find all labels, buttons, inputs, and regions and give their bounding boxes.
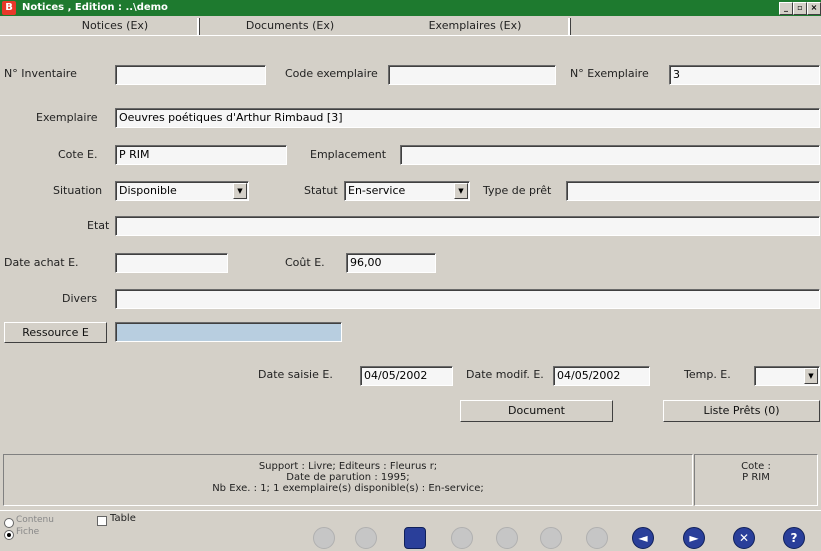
tab-divider: [0, 35, 821, 36]
radio-contenu-label: Contenu: [16, 515, 54, 525]
tab-documents[interactable]: Documents (Ex): [205, 17, 375, 35]
date-saisie-field[interactable]: 04/05/2002: [360, 366, 453, 386]
statut-value: En-service: [348, 184, 406, 197]
date-modif-field[interactable]: 04/05/2002: [553, 366, 650, 386]
cout-label: Coût E.: [285, 256, 325, 269]
tab-separator: [197, 18, 200, 35]
exemplaire-field[interactable]: Oeuvres poétiques d'Arthur Rimbaud [3]: [115, 108, 820, 128]
divers-label: Divers: [62, 292, 98, 305]
cote-summary-label: Cote :: [741, 461, 771, 472]
nav-last-icon[interactable]: ►: [683, 527, 705, 549]
summary-line-date: Date de parution : 1995;: [286, 472, 410, 483]
chevron-down-icon[interactable]: ▼: [454, 183, 468, 199]
exemplaire-label: Exemplaire: [36, 111, 98, 124]
code-exemplaire-field[interactable]: [388, 65, 556, 85]
new-record-icon[interactable]: [404, 527, 426, 549]
summary-line-support: Support : Livre; Editeurs : Fleurus r;: [258, 461, 438, 472]
date-achat-field[interactable]: [115, 253, 228, 273]
lock-icon: [586, 527, 608, 549]
save-icon: [540, 527, 562, 549]
n-exemplaire-field[interactable]: 3: [669, 65, 820, 85]
etat-label: Etat: [87, 219, 110, 232]
undo-icon: [355, 527, 377, 549]
window-title: Notices , Edition : ..\demo: [22, 2, 168, 13]
restore-button[interactable]: ▫: [793, 2, 807, 15]
help-icon[interactable]: ?: [783, 527, 805, 549]
document-button[interactable]: Document: [460, 400, 613, 422]
chevron-down-icon[interactable]: ▼: [804, 368, 818, 384]
situation-label: Situation: [53, 184, 103, 197]
app-icon: B: [2, 1, 16, 15]
nav-first-icon[interactable]: ◄: [632, 527, 654, 549]
divers-field[interactable]: [115, 289, 820, 309]
date-modif-label: Date modif. E.: [466, 368, 544, 381]
situation-value: Disponible: [119, 184, 177, 197]
cout-field[interactable]: 96,00: [346, 253, 436, 273]
type-pret-field[interactable]: [566, 181, 820, 201]
type-pret-label: Type de prêt: [483, 184, 552, 197]
ressource-field[interactable]: [115, 322, 342, 342]
emplacement-field[interactable]: [400, 145, 820, 165]
n-inventaire-label: N° Inventaire: [4, 67, 77, 80]
table-checkbox[interactable]: [97, 516, 107, 526]
ressource-button[interactable]: Ressource E: [4, 322, 107, 343]
radio-fiche[interactable]: [4, 530, 14, 540]
temp-select[interactable]: ▼: [754, 366, 820, 386]
etat-field[interactable]: [115, 216, 820, 236]
emplacement-label: Emplacement: [310, 148, 387, 161]
copy-icon: [451, 527, 473, 549]
radio-contenu[interactable]: [4, 518, 14, 528]
tab-exemplaires[interactable]: Exemplaires (Ex): [390, 17, 560, 35]
close-window-button[interactable]: ×: [807, 2, 821, 15]
cote-field[interactable]: P RIM: [115, 145, 287, 165]
liste-prets-button[interactable]: Liste Prêts (0): [663, 400, 820, 422]
title-bar: B Notices , Edition : ..\demo _ ▫ ×: [0, 0, 821, 16]
cote-summary-value: P RIM: [742, 472, 770, 483]
cote-label: Cote E.: [58, 148, 98, 161]
tab-notices[interactable]: Notices (Ex): [40, 17, 190, 35]
situation-select[interactable]: Disponible ▼: [115, 181, 249, 201]
print-icon: [313, 527, 335, 549]
delete-icon: [496, 527, 518, 549]
tab-separator: [568, 18, 571, 35]
date-saisie-label: Date saisie E.: [258, 368, 333, 381]
notice-summary: Support : Livre; Editeurs : Fleurus r; D…: [3, 454, 693, 506]
minimize-button[interactable]: _: [779, 2, 793, 15]
close-icon[interactable]: ✕: [733, 527, 755, 549]
statut-select[interactable]: En-service ▼: [344, 181, 470, 201]
cote-summary: Cote : P RIM: [694, 454, 818, 506]
chevron-down-icon[interactable]: ▼: [233, 183, 247, 199]
code-exemplaire-label: Code exemplaire: [285, 67, 378, 80]
n-inventaire-field[interactable]: [115, 65, 266, 85]
temp-label: Temp. E.: [684, 368, 731, 381]
statut-label: Statut: [304, 184, 338, 197]
table-checkbox-label: Table: [110, 513, 136, 524]
summary-line-exemplaires: Nb Exe. : 1; 1 exemplaire(s) disponible(…: [212, 483, 484, 494]
radio-fiche-label: Fiche: [16, 527, 40, 537]
date-achat-label: Date achat E.: [4, 256, 79, 269]
n-exemplaire-label: N° Exemplaire: [570, 67, 649, 80]
